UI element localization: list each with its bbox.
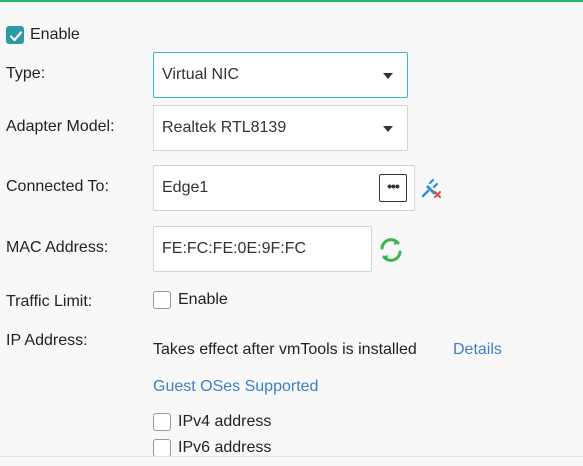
ipv4-checkbox[interactable] [153, 413, 171, 431]
vmtools-note: Takes effect after vmTools is installed [153, 341, 417, 358]
enable-checkbox[interactable] [6, 26, 24, 44]
adapter-model-select[interactable]: Realtek RTL8139 [153, 105, 408, 151]
browse-network-button[interactable]: ••• [379, 174, 407, 202]
refresh-icon[interactable] [376, 235, 406, 270]
type-select-value: Virtual NIC [162, 66, 240, 83]
mac-address-value: FE:FC:FE:0E:9F:FC [162, 240, 307, 257]
connected-to-field[interactable]: Edge1 ••• [153, 165, 415, 211]
chevron-down-icon [383, 73, 393, 79]
traffic-limit-label: Traffic Limit: [6, 293, 93, 310]
guest-os-supported-link[interactable]: Guest OSes Supported [153, 377, 318, 397]
mac-address-label: MAC Address: [6, 239, 109, 256]
enable-label: Enable [30, 26, 80, 43]
connected-to-value: Edge1 [162, 179, 209, 196]
ip-address-label: IP Address: [6, 332, 88, 349]
disconnect-icon[interactable] [420, 177, 444, 206]
ipv6-label: IPv6 address [178, 439, 272, 456]
ipv4-label: IPv4 address [178, 413, 272, 430]
checkmark-icon [9, 31, 23, 42]
adapter-model-label: Adapter Model: [6, 118, 115, 135]
details-link[interactable]: Details [453, 340, 502, 360]
bottom-divider [0, 456, 583, 457]
type-select[interactable]: Virtual NIC [153, 52, 408, 98]
adapter-model-value: Realtek RTL8139 [162, 119, 287, 136]
chevron-down-icon [383, 126, 393, 132]
ipv6-checkbox[interactable] [153, 439, 171, 457]
traffic-limit-checkbox[interactable] [153, 291, 171, 309]
connected-to-label: Connected To: [6, 178, 109, 195]
top-divider [0, 0, 583, 2]
mac-address-field[interactable]: FE:FC:FE:0E:9F:FC [153, 226, 372, 272]
traffic-limit-enable-label: Enable [178, 291, 228, 308]
type-label: Type: [6, 65, 46, 82]
